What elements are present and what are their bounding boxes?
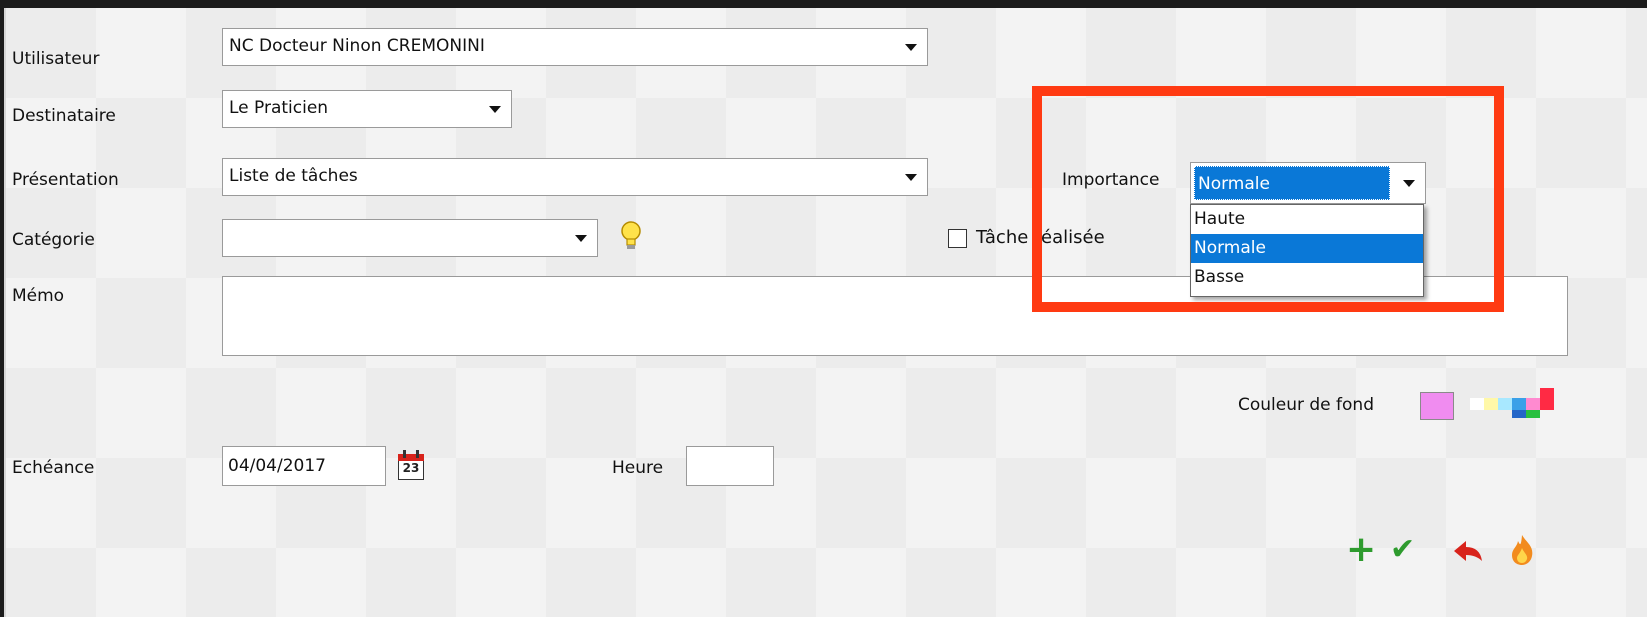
chevron-down-icon (905, 174, 917, 181)
categorie-select[interactable] (222, 219, 598, 257)
chevron-down-icon (575, 235, 587, 242)
destinataire-value: Le Praticien (229, 98, 329, 118)
destinataire-select[interactable]: Le Praticien (222, 90, 512, 128)
destinataire-label: Destinataire (12, 106, 116, 126)
check-icon[interactable]: ✔ (1390, 533, 1415, 567)
utilisateur-value: NC Docteur Ninon CREMONINI (229, 36, 485, 56)
categorie-label: Catégorie (12, 230, 95, 250)
calendar-icon[interactable]: 23 (398, 450, 424, 480)
calendar-day: 23 (402, 461, 420, 475)
presentation-select[interactable]: Liste de tâches (222, 158, 928, 196)
undo-icon[interactable] (1452, 539, 1486, 565)
couleur-de-fond-label: Couleur de fond (1238, 395, 1374, 415)
memo-label: Mémo (12, 286, 65, 306)
tache-realisee-checkbox[interactable] (948, 229, 967, 248)
echeance-label: Echéance (12, 458, 95, 478)
chevron-down-icon (905, 44, 917, 51)
background-color-swatch[interactable] (1420, 392, 1454, 420)
heure-label: Heure (612, 458, 664, 478)
lightbulb-icon[interactable] (620, 220, 642, 252)
color-palette-icon[interactable] (1470, 386, 1564, 420)
utilisateur-select[interactable]: NC Docteur Ninon CREMONINI (222, 28, 928, 66)
presentation-value: Liste de tâches (229, 166, 358, 186)
heure-input[interactable] (686, 446, 774, 486)
highlight-box (1032, 86, 1504, 312)
echeance-value: 04/04/2017 (228, 456, 326, 476)
chevron-down-icon (489, 106, 501, 113)
utilisateur-label: Utilisateur (12, 49, 100, 69)
plus-icon[interactable]: + (1346, 532, 1376, 568)
task-form-panel: Utilisateur NC Docteur Ninon CREMONINI D… (4, 8, 1647, 617)
echeance-date-input[interactable]: 04/04/2017 (222, 446, 386, 486)
flame-icon[interactable] (1508, 534, 1536, 566)
presentation-label: Présentation (12, 170, 119, 190)
